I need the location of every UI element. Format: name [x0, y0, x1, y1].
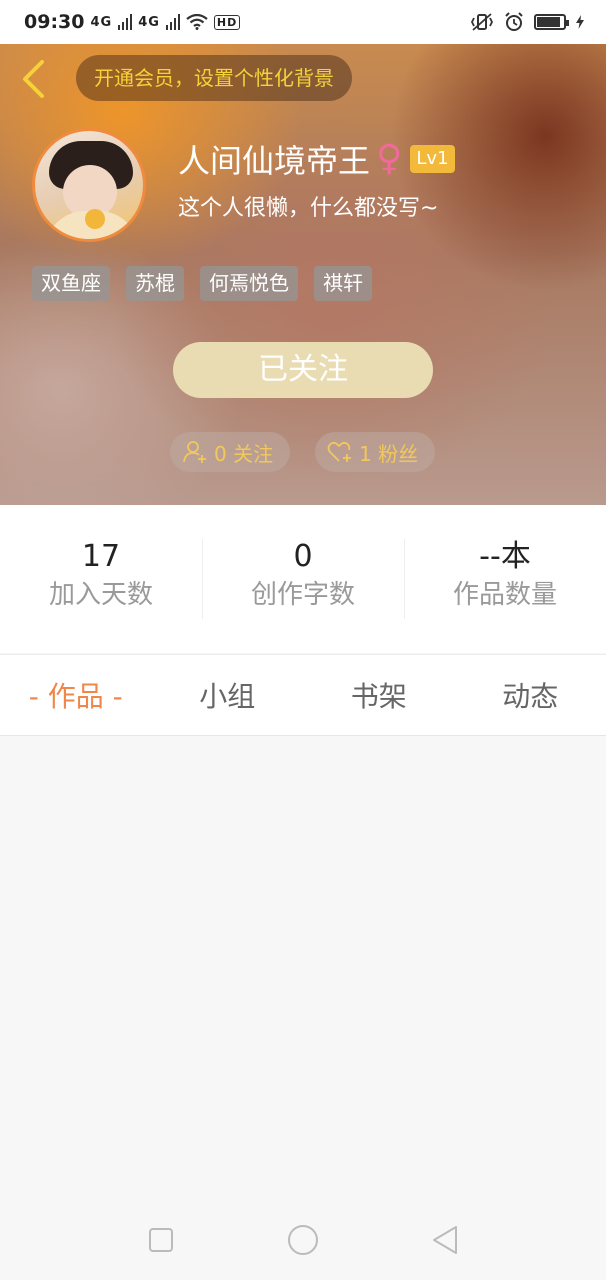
stat-days-joined: 17 加入天数	[0, 539, 202, 619]
following-count: 0 关注	[214, 441, 274, 466]
stat-label: 创作字数	[250, 580, 355, 610]
user-tag: 祺轩	[314, 266, 372, 301]
chevron-left-icon	[23, 60, 44, 98]
system-nav-bar	[0, 1200, 606, 1280]
user-tag: 双鱼座	[32, 266, 110, 301]
battery-icon	[534, 14, 569, 30]
level-badge: Lv1	[410, 145, 455, 173]
signal-2-icon: 4G	[138, 14, 160, 30]
charging-icon	[576, 15, 584, 29]
status-bar: 09:30 4G 4G HD	[0, 0, 606, 44]
vibrate-icon	[470, 13, 494, 31]
profile-header: 开通会员，设置个性化背景 人间仙境帝王 ♀ Lv1 这个人很懒，什么都没写~ 双…	[0, 44, 606, 505]
user-tag: 苏棍	[126, 266, 184, 301]
triangle-back-icon	[433, 1226, 457, 1254]
user-tags: 双鱼座 苏棍 何焉悦色 祺轩	[32, 266, 372, 301]
stat-value: 17	[81, 539, 121, 574]
stat-words-written: 0 创作字数	[202, 539, 404, 619]
stat-label: 作品数量	[452, 580, 557, 610]
stat-label: 加入天数	[48, 580, 153, 610]
alarm-icon	[505, 12, 523, 31]
user-bio: 这个人很懒，什么都没写~	[178, 196, 439, 221]
home-button[interactable]	[283, 1220, 323, 1260]
status-left: 09:30 4G 4G HD	[24, 11, 241, 33]
username: 人间仙境帝王	[178, 142, 371, 180]
back-button[interactable]	[16, 58, 50, 100]
status-time: 09:30	[24, 11, 85, 33]
profile-tabs: - 作品 - 小组 书架 动态	[0, 654, 606, 736]
hd-icon: HD	[213, 14, 241, 30]
user-add-icon	[183, 441, 206, 463]
signal-bars-2-icon	[165, 14, 180, 30]
recents-button[interactable]	[141, 1220, 181, 1260]
status-right	[470, 12, 584, 32]
signal-1-icon: 4G	[90, 14, 113, 30]
fans-count: 1 粉丝	[359, 441, 419, 466]
vip-background-banner[interactable]: 开通会员，设置个性化背景	[76, 55, 352, 101]
fans-pill[interactable]: 1 粉丝	[315, 432, 435, 472]
wifi-icon	[186, 14, 208, 30]
follow-status-button[interactable]: 已关注	[173, 342, 433, 398]
profile-stats: 17 加入天数 0 创作字数 --本 作品数量	[0, 505, 606, 653]
stat-value: 0	[293, 539, 313, 574]
stat-works-count: --本 作品数量	[404, 539, 606, 619]
square-icon	[149, 1228, 173, 1252]
following-pill[interactable]: 0 关注	[170, 432, 290, 472]
avatar[interactable]	[32, 128, 146, 242]
tab-activity[interactable]: 动态	[455, 675, 606, 715]
tab-groups[interactable]: 小组	[152, 675, 304, 715]
signal-bars-icon	[118, 14, 133, 30]
back-nav-button[interactable]	[425, 1220, 465, 1260]
circle-icon	[288, 1225, 318, 1255]
female-gender-icon: ♀	[376, 138, 403, 179]
stat-value: --本	[479, 539, 531, 574]
user-tag: 何焉悦色	[200, 266, 298, 301]
heart-add-icon	[327, 441, 351, 462]
username-row: 人间仙境帝王 ♀ Lv1	[178, 136, 455, 182]
avatar-flower	[85, 209, 105, 229]
tab-works[interactable]: - 作品 -	[0, 675, 152, 715]
tab-bookshelf[interactable]: 书架	[303, 675, 455, 715]
